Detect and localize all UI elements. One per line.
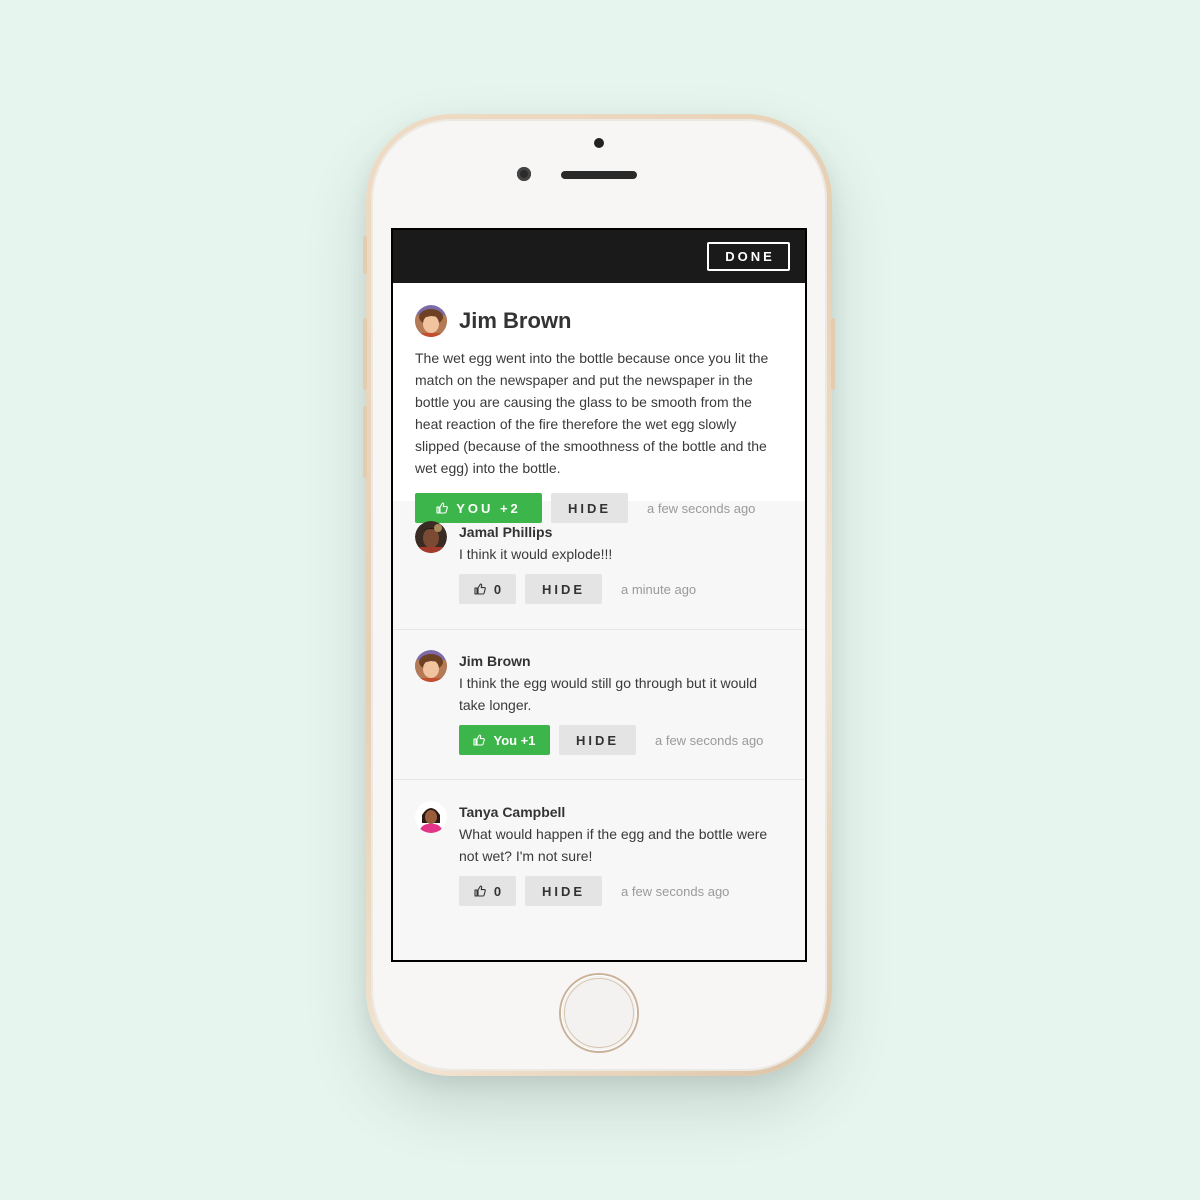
comment-author[interactable]: Jim Brown [459,650,783,672]
like-count: You +1 [493,732,536,748]
top-bar: DONE [393,230,805,283]
comment-actions: 0 HIDE a few seconds ago [459,876,783,906]
timestamp: a few seconds ago [655,732,764,748]
done-button[interactable]: DONE [707,242,790,271]
thumbs-up-icon [474,885,486,897]
timestamp: a few seconds ago [621,883,730,899]
discussion-content: Jim Brown The wet egg went into the bott… [393,283,805,960]
comment-text: What would happen if the egg and the bot… [459,826,768,864]
comment-item: Tanya Campbell What would happen if the … [393,779,805,929]
hide-button[interactable]: HIDE [525,876,602,906]
mute-switch [363,236,367,274]
avatar[interactable] [415,521,447,553]
hide-button[interactable]: HIDE [559,725,636,755]
comment-actions: 0 HIDE a minute ago [459,574,783,604]
comment-item: Jim Brown I think the egg would still go… [393,629,805,779]
post-author[interactable]: Jim Brown [459,308,571,334]
avatar[interactable] [415,801,447,833]
comment-author[interactable]: Jamal Phillips [459,521,783,543]
timestamp: a minute ago [621,581,697,597]
like-count: 0 [493,581,502,597]
comment-actions: You +1 HIDE a few seconds ago [459,725,783,755]
like-button[interactable]: 0 [459,876,516,906]
like-button[interactable]: You +1 [459,725,550,755]
thumbs-up-icon [473,734,486,746]
post-text: The wet egg went into the bottle because… [415,350,769,476]
like-button[interactable]: 0 [459,574,516,604]
comment-text: I think the egg would still go through b… [459,675,758,713]
volume-down-button [363,406,367,478]
comment-item: Jamal Phillips I think it would explode!… [393,501,805,629]
comment-text: I think it would explode!!! [459,546,613,562]
comment-author[interactable]: Tanya Campbell [459,801,783,823]
proximity-sensor [594,138,604,148]
home-button[interactable] [561,975,637,1051]
phone-screen: DONE Jim Brown The wet egg went into the… [391,228,807,962]
volume-up-button [363,318,367,390]
avatar[interactable] [415,650,447,682]
main-post: Jim Brown The wet egg went into the bott… [393,283,805,523]
earpiece-speaker [561,171,637,179]
like-count: 0 [493,883,502,899]
thumbs-up-icon [474,583,486,595]
front-camera [517,167,531,181]
hide-button[interactable]: HIDE [525,574,602,604]
avatar[interactable] [415,305,447,337]
power-button [831,318,835,390]
